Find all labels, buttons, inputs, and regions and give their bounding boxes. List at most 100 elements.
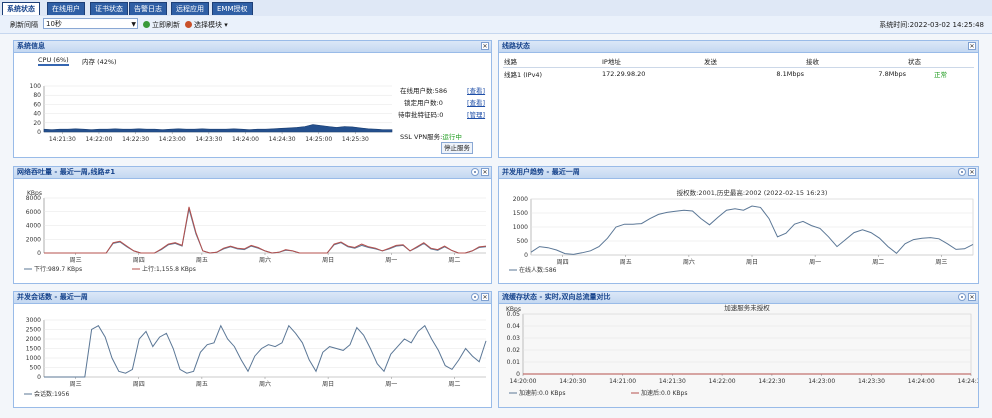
close-icon[interactable]: ✕ <box>481 293 489 301</box>
cell-status: 正常 <box>934 71 947 79</box>
pending-certs-stat: 待审批特征码:0 <box>398 111 444 119</box>
tab-emm-license[interactable]: EMM授权 <box>212 2 253 15</box>
ssl-vpn-label: SSL VPN服务:运行中 <box>400 131 462 141</box>
panel-title: 线路状态 <box>502 42 530 50</box>
x-tick-label: 14:23:30 <box>195 136 222 143</box>
refresh-icon[interactable] <box>958 168 966 176</box>
flow-cache-header: 流缓存状态 - 实时,双向总流量对比 ✕ <box>499 292 978 304</box>
cell-link: 线路1 (IPv4) <box>504 71 543 79</box>
concurrent-users-panel: 并发用户趋势 - 最近一周 ✕ 0 500 1000 1500 2000 周四 周五 周六 周日… <box>498 166 979 284</box>
y-tick-label: 1500 <box>26 346 41 353</box>
close-icon[interactable]: ✕ <box>968 42 976 50</box>
panel-title: 流缓存状态 - 实时,双向总流量对比 <box>502 293 611 301</box>
tab-remote-apps[interactable]: 远程应用 <box>171 2 209 15</box>
system-info-header: 系统信息 ✕ <box>14 41 491 53</box>
x-tick-label: 周六 <box>683 258 695 266</box>
ssl-vpn-text: SSL VPN服务: <box>400 133 443 141</box>
x-tick-label: 14:24:00 <box>232 136 259 143</box>
x-tick-label: 周三 <box>935 259 947 266</box>
x-tick-label: 周日 <box>322 381 334 388</box>
close-icon[interactable]: ✕ <box>968 168 976 176</box>
locked-users-stat: 锁定用户数:0 <box>404 99 443 107</box>
cell-send: 8.1Mbps <box>776 70 804 78</box>
online-users-stat: 在线用户数:586 <box>400 87 448 95</box>
col-recv: 接收 <box>805 55 907 68</box>
x-tick-label: 周日 <box>322 257 334 264</box>
x-tick-label: 周一 <box>385 381 397 388</box>
y-tick-label: 1000 <box>513 224 528 231</box>
y-tick-label: 0.04 <box>507 323 521 330</box>
throughput-chart: 02000400060008000周三 周四 周五 周六 周日 周一 周二KBps下行:98… <box>24 190 487 273</box>
close-icon[interactable]: ✕ <box>481 168 489 176</box>
x-tick-label: 周五 <box>620 259 632 266</box>
table-header-row: 线路 IP地址 发送 接收 状态 <box>503 55 974 68</box>
x-tick-label: 14:22:00 <box>709 378 736 385</box>
close-icon[interactable]: ✕ <box>481 42 489 50</box>
chevron-down-icon: ▼ <box>131 21 136 28</box>
x-tick-label: 14:23:00 <box>159 136 186 143</box>
refresh-icon[interactable] <box>471 293 479 301</box>
x-tick-label: 周五 <box>196 381 208 388</box>
users-chart: 0 500 1000 1500 2000 周四 周五 周六 周日 周一 周二 周三 授权数:2001,历… <box>509 188 974 274</box>
close-icon[interactable]: ✕ <box>968 293 976 301</box>
y-axis-label: KBps <box>27 190 42 197</box>
legend-entry: 在线人数:586 <box>519 266 557 274</box>
sessions-panel: 并发会话数 - 最近一周 ✕ 0 500 1000 1500 2000 2500 3000 周… <box>13 291 492 408</box>
refresh-icon[interactable] <box>471 168 479 176</box>
tab-system-status[interactable]: 系统状态 <box>2 2 40 15</box>
x-tick-label: 14:20:00 <box>510 378 537 385</box>
tab-memory[interactable]: 内存 (42%) <box>82 56 117 66</box>
throughput-panel: 网络吞吐量 - 最近一周,线路#1 ✕ 0 2000 4000 6000 8000 周三周… <box>13 166 492 284</box>
refresh-interval-select[interactable]: 10秒 ▼ <box>43 18 138 29</box>
x-tick-label: 周二 <box>872 259 884 266</box>
stop-service-button[interactable]: 停止服务 <box>441 142 473 154</box>
x-tick-label: 14:21:30 <box>49 136 76 143</box>
tab-alarm-log[interactable]: 告警日志 <box>129 2 167 15</box>
legend-entry: 加速后:0.0 KBps <box>641 389 687 397</box>
flow-cache-panel: 流缓存状态 - 实时,双向总流量对比 ✕ 0 0.01 0.02 0.03 0.04 0.… <box>498 291 979 408</box>
col-status: 状态 <box>907 55 974 68</box>
y-tick-label: 2000 <box>513 196 528 203</box>
x-tick-label: 14:24:30 <box>269 136 296 143</box>
tab-cert-status[interactable]: 证书状态 <box>90 2 128 15</box>
y-tick-label: 80 <box>33 92 41 99</box>
y-tick-label: 60 <box>33 101 41 108</box>
sessions-chart: 0 500 1000 1500 2000 2500 3000 周三 周四 周五 周六 周日 周一 周二会话… <box>24 317 487 398</box>
legend-entry: 上行:1,155.8 KBps <box>142 265 196 273</box>
manage-certs-link[interactable]: [管理] <box>467 109 485 119</box>
system-time: 系统时间:2022-03-02 14:25:48 <box>879 21 984 29</box>
x-tick-label: 周六 <box>259 256 271 264</box>
refresh-now-button[interactable]: 立即刷新 <box>143 20 180 30</box>
y-tick-label: 500 <box>30 365 42 372</box>
select-module-button[interactable]: 选择模块 ▾ <box>185 20 228 30</box>
y-tick-label: 0.02 <box>507 347 521 354</box>
table-row[interactable]: 线路1 (IPv4) 172.29.98.20 8.1Mbps 7.8Mbps … <box>503 68 974 81</box>
y-tick-label: 0.01 <box>507 359 521 366</box>
y-tick-label: 2000 <box>26 236 41 243</box>
cell-recv: 7.8Mbps <box>878 70 906 78</box>
y-tick-label: 0 <box>37 374 41 381</box>
y-tick-label: 0.03 <box>507 335 521 342</box>
cpu-area <box>43 124 393 133</box>
y-tick-label: 40 <box>33 111 41 118</box>
legend-entry: 下行:989.7 KBps <box>34 265 82 273</box>
panel-title: 网络吞吐量 - 最近一周,线路#1 <box>17 168 116 176</box>
view-locked-users-link[interactable]: [查看] <box>467 97 485 107</box>
x-tick-label: 14:25:30 <box>342 136 369 143</box>
y-tick-label: 1000 <box>26 355 41 362</box>
tab-online-users[interactable]: 在线用户 <box>47 2 85 15</box>
refresh-icon[interactable] <box>958 293 966 301</box>
plot-frame <box>522 313 972 375</box>
tab-bar: 系统状态 在线用户 证书状态 告警日志 远程应用 EMM授权 <box>0 0 992 17</box>
col-send: 发送 <box>703 55 805 68</box>
col-link: 线路 <box>503 55 601 68</box>
tab-cpu[interactable]: CPU (6%) <box>38 56 69 66</box>
x-tick-label: 14:22:00 <box>85 136 112 143</box>
system-info-panel: 系统信息 ✕ CPU (6%) 内存 (42%) 0 20 40 60 80 100 14:… <box>13 40 492 158</box>
y-tick-label: 100 <box>30 83 42 90</box>
view-online-users-link[interactable]: [查看] <box>467 85 485 95</box>
x-tick-label: 14:23:00 <box>808 378 835 385</box>
chart-title: 授权数:2001,历史最高:2002 (2022-02-15 16:23) <box>677 188 828 197</box>
x-tick-label: 14:24:30 <box>958 378 978 385</box>
col-ip: IP地址 <box>601 55 703 68</box>
